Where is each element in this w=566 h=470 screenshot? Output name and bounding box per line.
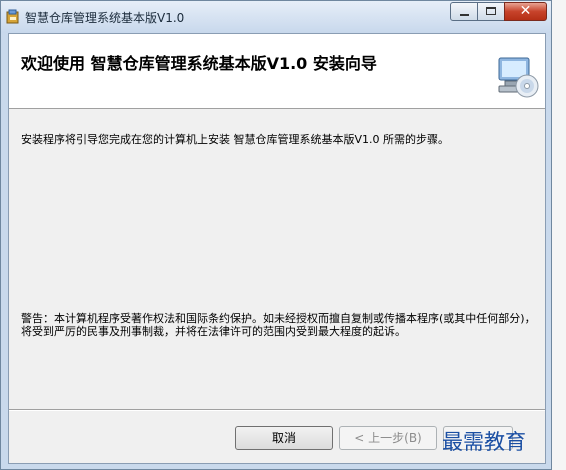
installer-window: 智慧仓库管理系统基本版V1.0 ✕ 欢迎使用 智慧仓库管理系统基本版V1.0 安…: [0, 0, 552, 470]
maximize-icon: [486, 7, 496, 15]
close-icon: ✕: [519, 3, 532, 19]
maximize-button[interactable]: [477, 2, 505, 21]
setup-app-icon: [6, 9, 19, 24]
cancel-button[interactable]: 取消: [235, 426, 333, 450]
computer-cd-icon: [498, 57, 539, 98]
wizard-content: 欢迎使用 智慧仓库管理系统基本版V1.0 安装向导 安装程序将引导您完成在您的计…: [8, 33, 546, 464]
minimize-icon: [460, 14, 469, 16]
wizard-header: 欢迎使用 智慧仓库管理系统基本版V1.0 安装向导: [9, 34, 545, 109]
copyright-warning: 警告：本计算机程序受著作权法和国际条约保护。如未经授权而擅自复制或传播本程序(或…: [21, 312, 536, 338]
close-button[interactable]: ✕: [504, 2, 547, 21]
minimize-button[interactable]: [450, 2, 478, 21]
back-button[interactable]: < 上一步(B): [339, 426, 437, 450]
window-title: 智慧仓库管理系统基本版V1.0: [25, 11, 185, 25]
watermark-text: 最需教育: [442, 430, 526, 454]
footer-divider: [9, 409, 545, 411]
intro-text: 安装程序将引导您完成在您的计算机上安装 智慧仓库管理系统基本版V1.0 所需的步…: [21, 133, 450, 146]
wizard-title: 欢迎使用 智慧仓库管理系统基本版V1.0 安装向导: [21, 54, 377, 73]
title-bar[interactable]: 智慧仓库管理系统基本版V1.0 ✕: [1, 1, 551, 33]
